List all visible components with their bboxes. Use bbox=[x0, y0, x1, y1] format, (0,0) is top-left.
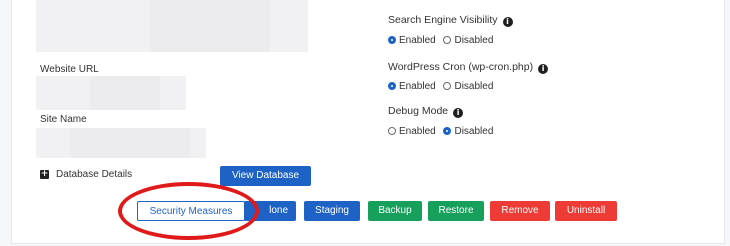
view-database-button[interactable]: View Database bbox=[220, 166, 311, 186]
redacted-site-name-value-inner bbox=[70, 128, 190, 158]
redacted-header-block-inner bbox=[150, 0, 270, 52]
wp-cron-label: WordPress Cron (wp-cron.php) bbox=[388, 61, 534, 73]
debug-mode-options: Enabled Disabled bbox=[388, 126, 498, 137]
info-icon[interactable]: i bbox=[502, 17, 513, 27]
database-details-label[interactable]: Database Details bbox=[56, 169, 132, 180]
radio-selected-icon[interactable] bbox=[388, 82, 396, 90]
debug-mode-enabled-option[interactable]: Enabled bbox=[388, 126, 436, 137]
clone-button[interactable]: lone bbox=[244, 201, 296, 221]
remove-button[interactable]: Remove bbox=[490, 201, 550, 221]
clone-button-label: lone bbox=[269, 205, 288, 216]
option-label: Enabled bbox=[399, 35, 436, 46]
radio-unselected-icon[interactable] bbox=[443, 36, 452, 44]
option-label: Enabled bbox=[399, 81, 436, 92]
debug-mode-title: Debug Mode i bbox=[388, 105, 464, 118]
option-label: Enabled bbox=[399, 126, 436, 137]
search-engine-enabled-option[interactable]: Enabled bbox=[388, 35, 436, 46]
wp-cron-disabled-option[interactable]: Disabled bbox=[443, 81, 493, 92]
info-icon[interactable]: i bbox=[453, 108, 464, 118]
search-engine-disabled-option[interactable]: Disabled bbox=[443, 35, 493, 46]
uninstall-button[interactable]: Uninstall bbox=[555, 201, 617, 221]
info-icon[interactable]: i bbox=[538, 64, 549, 74]
search-engine-visibility-options: Enabled Disabled bbox=[388, 35, 498, 46]
backup-button[interactable]: Backup bbox=[368, 201, 422, 221]
restore-button[interactable]: Restore bbox=[428, 201, 484, 221]
redacted-website-url-value-inner bbox=[90, 76, 160, 110]
wp-cron-options: Enabled Disabled bbox=[388, 81, 498, 92]
plus-square-icon[interactable]: + bbox=[40, 170, 49, 179]
staging-button[interactable]: Staging bbox=[304, 201, 360, 221]
website-url-label: Website URL bbox=[40, 64, 99, 75]
wp-cron-enabled-option[interactable]: Enabled bbox=[388, 81, 436, 92]
radio-selected-icon[interactable] bbox=[443, 127, 452, 135]
wp-cron-title: WordPress Cron (wp-cron.php) i bbox=[388, 61, 549, 74]
option-label: Disabled bbox=[454, 81, 494, 92]
security-measures-button[interactable]: Security Measures bbox=[137, 201, 245, 221]
radio-unselected-icon[interactable] bbox=[388, 127, 396, 135]
debug-mode-label: Debug Mode bbox=[388, 105, 449, 117]
radio-unselected-icon[interactable] bbox=[443, 82, 452, 90]
radio-selected-icon[interactable] bbox=[388, 36, 396, 44]
search-engine-visibility-title: Search Engine Visibility i bbox=[388, 14, 513, 27]
option-label: Disabled bbox=[454, 126, 494, 137]
debug-mode-disabled-option[interactable]: Disabled bbox=[443, 126, 493, 137]
option-label: Disabled bbox=[454, 35, 494, 46]
site-name-label: Site Name bbox=[40, 114, 87, 125]
search-engine-visibility-label: Search Engine Visibility bbox=[388, 14, 498, 26]
